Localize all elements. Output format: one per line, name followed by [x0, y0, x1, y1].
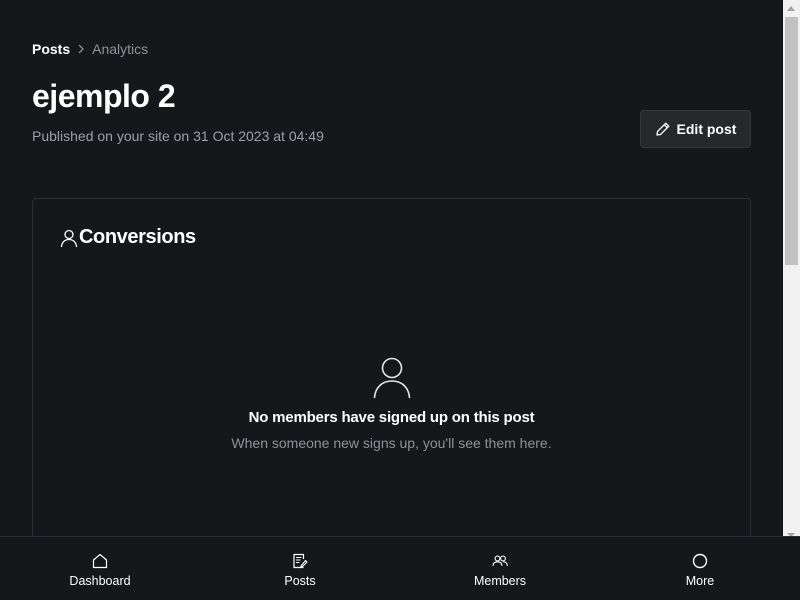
nav-label-members: Members [473, 574, 527, 588]
user-icon [59, 228, 79, 248]
empty-state-title: No members have signed up on this post [248, 409, 535, 426]
conversions-header: Conversions [59, 226, 196, 249]
nav-item-posts[interactable]: Posts [200, 537, 400, 600]
scroll-up-arrow-icon[interactable] [787, 6, 795, 11]
main-content: Posts Analytics ejemplo 2 Published on y… [0, 0, 783, 536]
edit-post-button[interactable]: Edit post [640, 110, 751, 148]
breadcrumb-posts-link[interactable]: Posts [32, 41, 70, 57]
members-icon [492, 555, 508, 567]
app-window: Posts Analytics ejemplo 2 Published on y… [0, 0, 800, 600]
chevron-right-icon [78, 44, 85, 54]
nav-label-more: More [685, 574, 715, 588]
pencil-icon [655, 121, 671, 137]
conversions-card: Conversions No members have signed up on… [32, 198, 751, 536]
published-date: Published on your site on 31 Oct 2023 at… [32, 128, 324, 144]
nav-item-more[interactable]: More [600, 537, 800, 600]
vertical-scrollbar[interactable] [783, 0, 800, 537]
empty-state-description: When someone new signs up, you'll see th… [231, 435, 552, 451]
nav-label-posts: Posts [284, 574, 316, 588]
scrollbar-thumb[interactable] [785, 17, 798, 265]
edit-post-label: Edit post [676, 121, 737, 137]
user-placeholder-icon [373, 357, 410, 399]
conversions-title: Conversions [79, 226, 196, 248]
nav-item-dashboard[interactable]: Dashboard [0, 537, 200, 600]
circle-icon [692, 553, 708, 569]
breadcrumb-current: Analytics [92, 41, 149, 57]
nav-label-dashboard: Dashboard [69, 574, 131, 588]
bottom-navigation: Dashboard Posts Members More [0, 536, 800, 600]
empty-state: No members have signed up on this post W… [33, 357, 750, 451]
home-icon [92, 553, 108, 569]
page-title: ejemplo 2 [32, 78, 176, 114]
breadcrumb: Posts Analytics [32, 40, 148, 58]
nav-item-members[interactable]: Members [400, 537, 600, 600]
posts-icon [293, 553, 308, 569]
